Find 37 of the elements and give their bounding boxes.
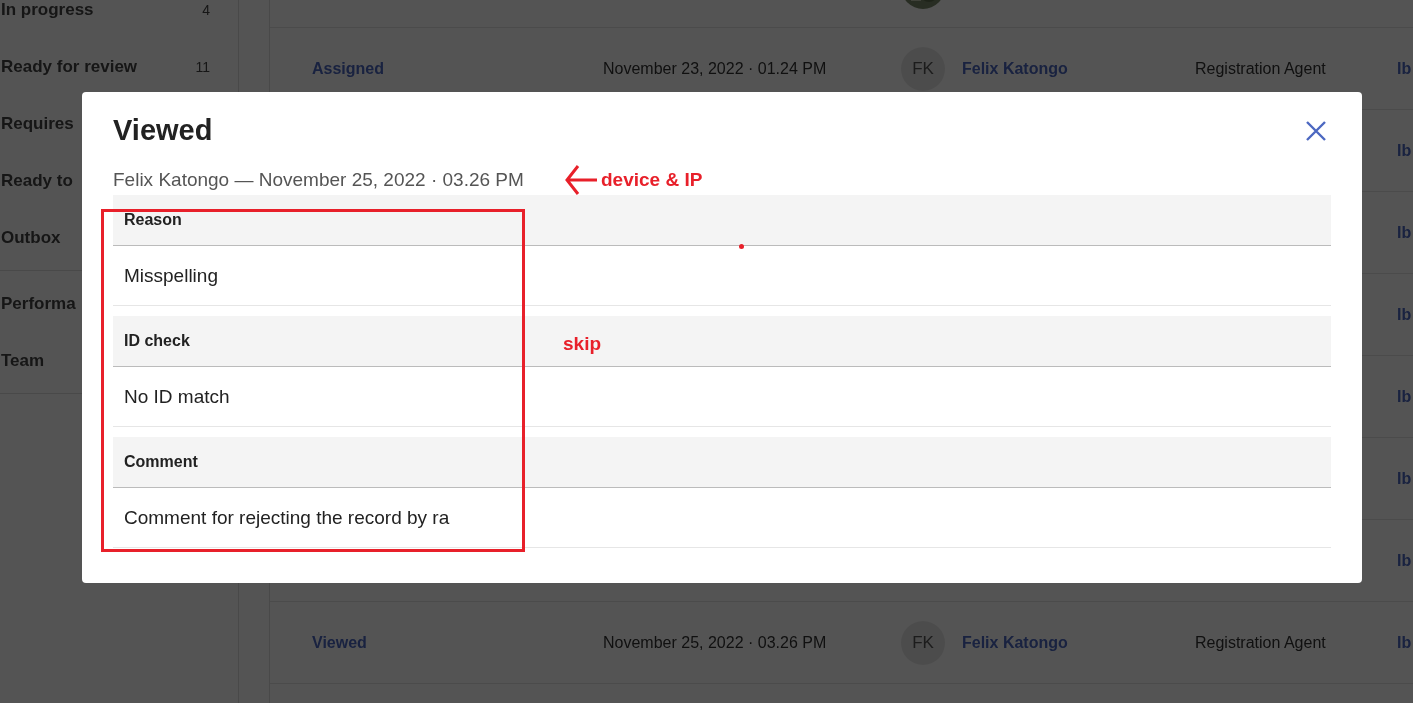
nav-item[interactable]: Performa — [1, 293, 76, 314]
section-value: Misspelling — [124, 264, 218, 287]
section-label: Comment — [124, 453, 198, 471]
office-link[interactable]: Ib — [1397, 469, 1413, 488]
office-link[interactable]: Ib — [1397, 59, 1413, 78]
section-value: No ID match — [124, 385, 230, 408]
nav-item[interactable]: In progress — [1, 0, 94, 20]
count-text: 4 — [202, 1, 211, 18]
nav-item[interactable]: Requires — [1, 113, 74, 134]
nav-item[interactable]: Outbox — [1, 227, 61, 248]
date-text: November 23, 2022 · 01.24 PM — [603, 59, 828, 78]
user-link[interactable]: Felix Katongo — [962, 633, 1195, 652]
office-link[interactable]: Ib — [1397, 633, 1413, 652]
section-value: Comment for rejecting the record by ra — [124, 506, 450, 529]
nav-item[interactable]: Ready for review — [1, 56, 138, 77]
nav-item[interactable]: Team — [1, 350, 45, 371]
status-link[interactable]: Assigned — [312, 59, 603, 78]
office-link[interactable]: Ib — [1397, 141, 1413, 160]
status-link[interactable]: Viewed — [312, 633, 603, 652]
annotation-text: device & IP — [601, 169, 703, 191]
dialog-title: Viewed — [113, 114, 213, 147]
arrow-icon — [564, 163, 598, 197]
office-link[interactable]: Ib — [1397, 223, 1413, 242]
role-text: Registration Agent — [1195, 59, 1327, 78]
section-label: Reason — [124, 211, 182, 229]
office-link[interactable]: Ib — [1397, 387, 1413, 406]
annotation-text: skip — [563, 333, 602, 355]
nav-item[interactable]: Ready to — [1, 170, 73, 191]
office-link[interactable]: Ib — [1397, 551, 1413, 570]
office-link[interactable]: Ib — [1397, 305, 1413, 324]
dot-icon — [739, 244, 744, 249]
section-label: ID check — [124, 332, 190, 350]
dialog-subtitle: Felix Katongo — November 25, 2022 · 03.26 PM — [113, 169, 524, 191]
role-text: Registration Agent — [1195, 633, 1327, 652]
date-text: November 25, 2022 · 03.26 PM — [603, 633, 828, 652]
user-link[interactable]: Felix Katongo — [962, 59, 1195, 78]
count-text: 11 — [195, 58, 211, 75]
